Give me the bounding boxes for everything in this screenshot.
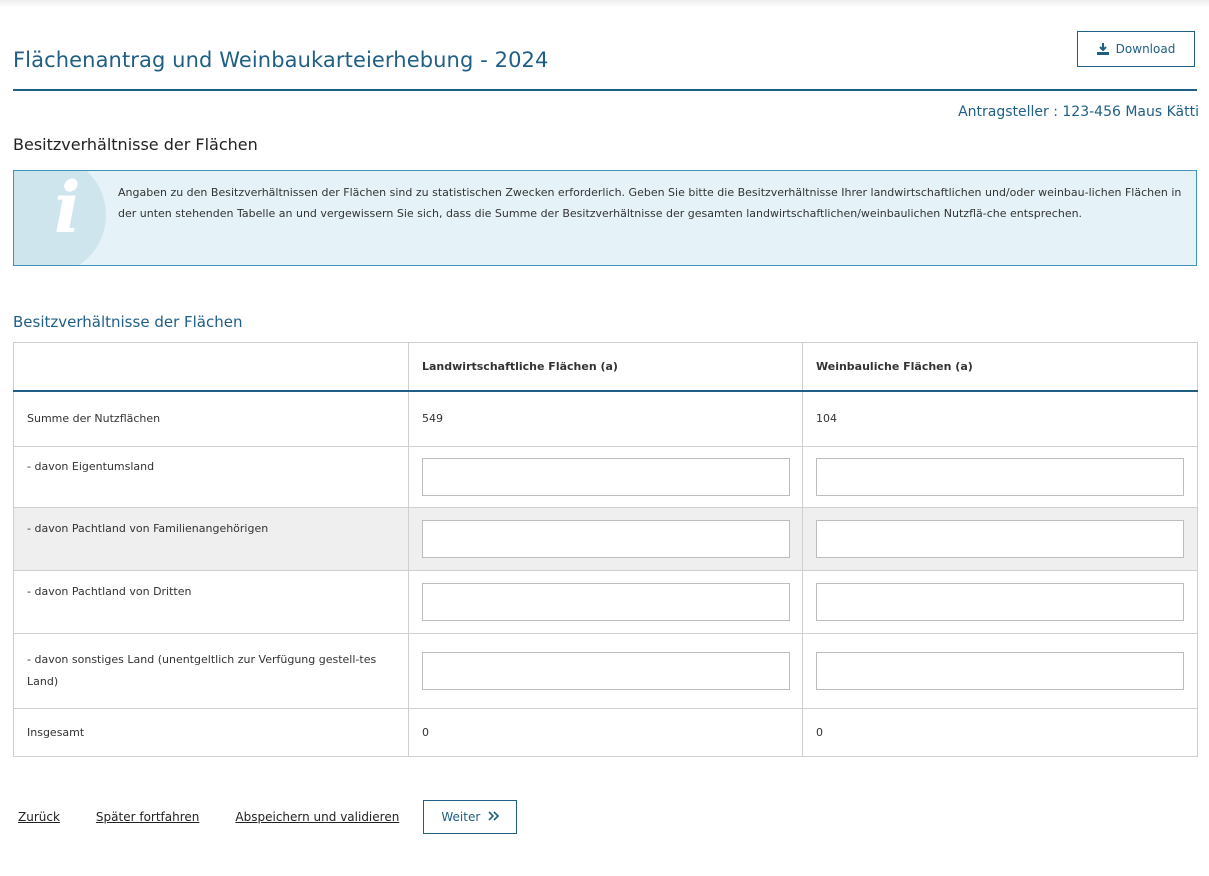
table-row-sum: Summe der Nutzflächen 549 104 <box>13 390 1198 447</box>
agri-input-cell <box>408 569 803 634</box>
row-label: Summe der Nutzflächen <box>13 390 409 447</box>
back-link[interactable]: Zurück <box>18 810 60 824</box>
row-label-text: - davon Eigentumsland <box>27 460 155 473</box>
footer-actions: Zurück Später fortfahren Abspeichern und… <box>18 800 518 834</box>
column-header-agri: Landwirtschaftliche Flächen (a) <box>408 342 803 392</box>
row-label-text: - davon Pachtland von Familienangehörige… <box>27 522 269 535</box>
title-divider <box>13 89 1197 91</box>
agri-other-land-input[interactable] <box>422 651 790 690</box>
table-row: - davon Pachtland von Dritten <box>13 569 1198 634</box>
column-header-wine: Weinbauliche Flächen (a) <box>802 342 1198 392</box>
column-header-label <box>13 342 409 392</box>
wine-family-lease-input[interactable] <box>816 519 1184 558</box>
total-wine-value: 0 <box>802 707 1198 757</box>
double-chevron-right-icon <box>488 810 500 824</box>
download-label: Download <box>1115 42 1176 56</box>
info-icon: i <box>54 170 81 249</box>
row-label-text: - davon Pachtland von Dritten <box>27 585 192 598</box>
table-row: - davon Eigentumsland <box>13 445 1198 508</box>
row-label: - davon Pachtland von Familienangehörige… <box>13 506 409 571</box>
row-label: Insgesamt <box>13 707 409 757</box>
sum-wine-value: 104 <box>802 390 1198 447</box>
next-label: Weiter <box>441 810 481 824</box>
row-label: - davon Eigentumsland <box>13 445 409 508</box>
row-label: - davon Pachtland von Dritten <box>13 569 409 634</box>
wine-other-land-input[interactable] <box>816 651 1184 690</box>
page-title: Flächenantrag und Weinbaukarteierhebung … <box>13 48 549 72</box>
agri-ownership-input[interactable] <box>422 457 790 496</box>
wine-input-cell <box>802 632 1198 709</box>
ownership-table: Landwirtschaftliche Flächen (a) Weinbaul… <box>13 342 1198 757</box>
wine-input-cell <box>802 445 1198 508</box>
agri-input-cell <box>408 632 803 709</box>
table-row-total: Insgesamt 0 0 <box>13 707 1198 757</box>
agri-input-cell <box>408 445 803 508</box>
top-shadow <box>0 0 1209 8</box>
save-validate-link[interactable]: Abspeichern und validieren <box>235 810 399 824</box>
table-heading: Besitzverhältnisse der Flächen <box>13 313 243 331</box>
download-button[interactable]: Download <box>1077 31 1195 67</box>
info-text: Angaben zu den Besitzverhältnissen der F… <box>118 186 1182 220</box>
total-agri-value: 0 <box>408 707 803 757</box>
info-box: i Angaben zu den Besitzverhältnissen der… <box>13 170 1197 266</box>
table-row: - davon Pachtland von Familienangehörige… <box>13 506 1198 571</box>
agri-third-party-lease-input[interactable] <box>422 582 790 621</box>
agri-family-lease-input[interactable] <box>422 519 790 558</box>
table-header-row: Landwirtschaftliche Flächen (a) Weinbaul… <box>13 342 1198 392</box>
next-button[interactable]: Weiter <box>423 800 518 834</box>
download-icon <box>1096 43 1109 55</box>
sum-agri-value: 549 <box>408 390 803 447</box>
page: Flächenantrag und Weinbaukarteierhebung … <box>0 0 1209 876</box>
continue-later-link[interactable]: Später fortfahren <box>96 810 199 824</box>
applicant-label: Antragsteller : 123-456 Maus Kätti <box>958 104 1199 120</box>
wine-input-cell <box>802 569 1198 634</box>
wine-input-cell <box>802 506 1198 571</box>
wine-ownership-input[interactable] <box>816 457 1184 496</box>
table-row: - davon sonstiges Land (unentgeltlich zu… <box>13 632 1198 709</box>
row-label: - davon sonstiges Land (unentgeltlich zu… <box>13 632 409 709</box>
row-label-text: - davon sonstiges Land (unentgeltlich zu… <box>27 652 377 688</box>
agri-input-cell <box>408 506 803 571</box>
wine-third-party-lease-input[interactable] <box>816 582 1184 621</box>
section-heading: Besitzverhältnisse der Flächen <box>13 135 258 154</box>
